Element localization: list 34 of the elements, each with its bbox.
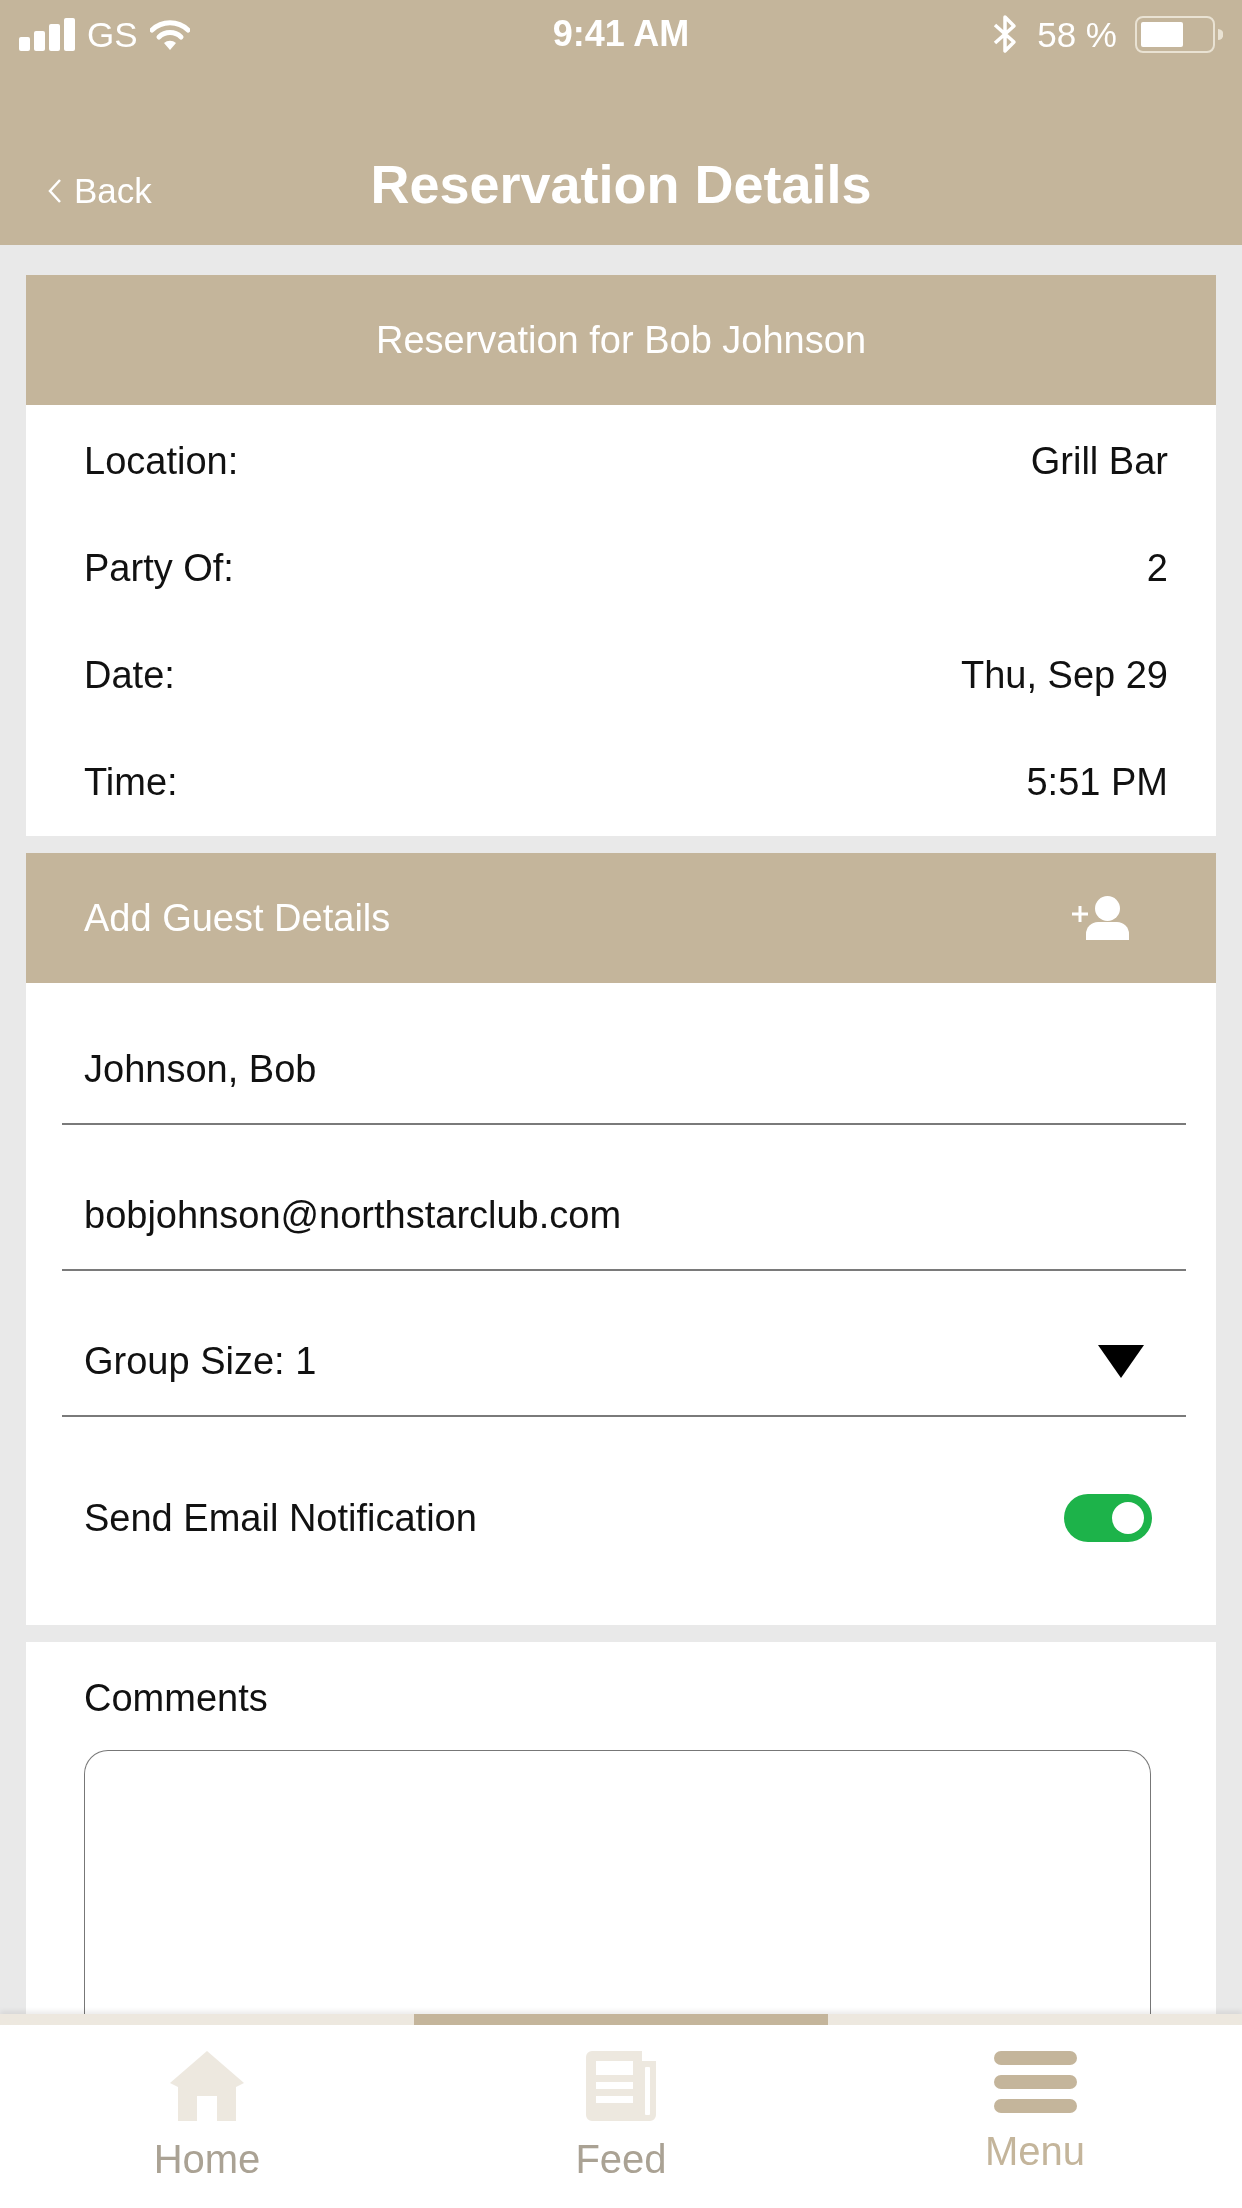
- detail-value: 2: [1146, 547, 1168, 590]
- battery-percent: 58 %: [1037, 16, 1117, 52]
- tab-item[interactable]: Feed: [575, 2025, 667, 2208]
- signal-icon: [19, 17, 75, 51]
- newspaper-icon: [586, 2051, 656, 2121]
- back-button[interactable]: Back: [0, 170, 152, 211]
- name-field[interactable]: Johnson, Bob: [62, 1015, 1186, 1125]
- detail-value: Thu, Sep 29: [960, 654, 1168, 697]
- detail-value: 5:51 PM: [1026, 761, 1168, 804]
- email-field[interactable]: bobjohnson@northstarclub.com: [62, 1161, 1186, 1271]
- house-icon: [170, 2051, 244, 2121]
- detail-label: Party Of:: [84, 547, 234, 590]
- wifi-icon: [149, 18, 190, 50]
- status-time: 9:41 AM: [552, 16, 690, 52]
- chevron-left-icon: [48, 177, 62, 204]
- notification-toggle[interactable]: [1064, 1494, 1152, 1542]
- dropdown-arrow-icon: [1098, 1344, 1144, 1378]
- detail-label: Location:: [84, 440, 239, 483]
- comments-field[interactable]: [84, 1750, 1151, 2014]
- detail-value: Grill Bar: [1030, 440, 1168, 483]
- comments-label: Comments: [84, 1676, 268, 1720]
- page-title: Reservation Details: [370, 152, 872, 215]
- battery-icon: [1135, 15, 1223, 53]
- carrier-name: GS: [87, 16, 138, 52]
- add-person-icon[interactable]: [1072, 896, 1129, 940]
- menu-icon: [993, 2051, 1077, 2113]
- detail-label: Date:: [84, 654, 175, 697]
- tab-item[interactable]: Menu: [984, 2025, 1086, 2208]
- card-title: Add Guest Details: [84, 896, 391, 940]
- detail-label: Time:: [84, 761, 178, 804]
- toggle-label: Send Email Notification: [84, 1496, 477, 1540]
- tab-item[interactable]: Home: [153, 2025, 261, 2208]
- group-size-dropdown[interactable]: Group Size: 1: [62, 1307, 1186, 1417]
- card-title: Reservation for Bob Johnson: [375, 318, 867, 362]
